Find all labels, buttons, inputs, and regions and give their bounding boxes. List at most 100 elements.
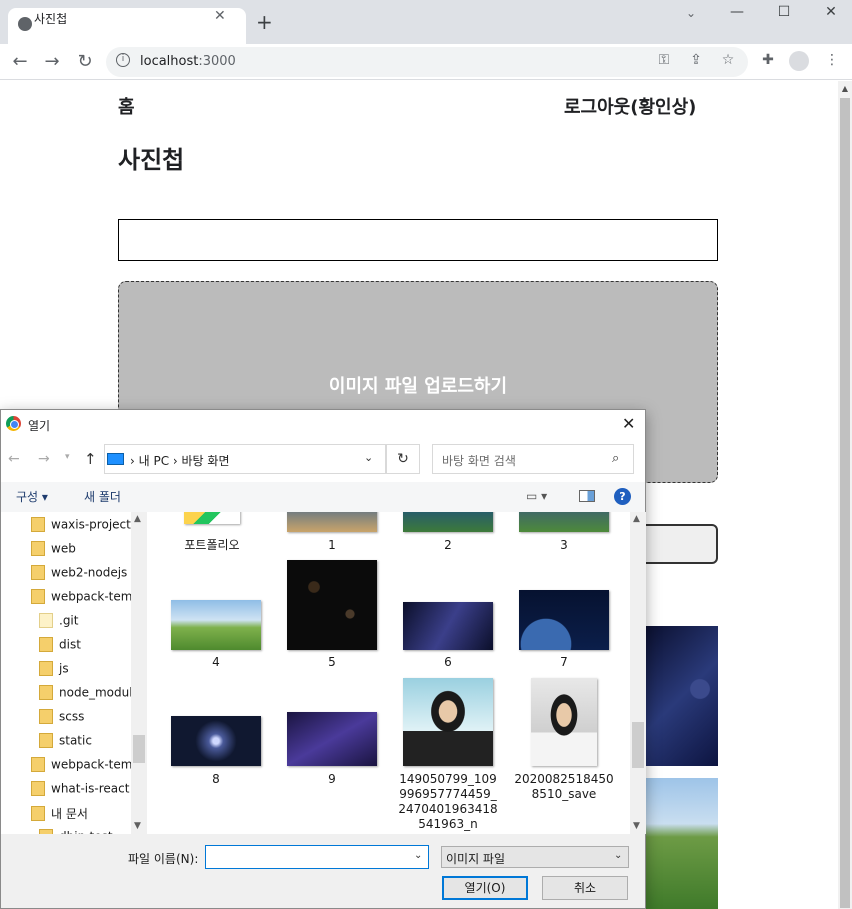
star-icon[interactable]: ☆: [718, 52, 738, 68]
globe-icon: [18, 17, 32, 31]
dialog-up-icon[interactable]: ↑: [84, 450, 97, 468]
file-name[interactable]: 6: [390, 655, 506, 670]
file-name[interactable]: 2: [390, 538, 506, 553]
dialog-title: 열기: [28, 419, 51, 433]
reload-icon[interactable]: ↻: [73, 50, 97, 74]
tree-item-label: webpack-temp: [51, 589, 141, 604]
open-button[interactable]: 열기(O): [442, 876, 528, 900]
forward-arrow-icon[interactable]: →: [40, 50, 64, 74]
scroll-up-icon[interactable]: ▲: [633, 514, 640, 524]
tree-item-label: 내 문서: [51, 807, 88, 821]
file-thumbnail[interactable]: [287, 712, 377, 766]
folder-icon: [39, 637, 53, 652]
tree-item[interactable]: .git: [39, 613, 78, 635]
tree-item[interactable]: scss: [39, 709, 84, 731]
tree-item[interactable]: 내 문서: [31, 805, 88, 827]
nav-home-link[interactable]: 홈: [118, 93, 135, 119]
tree-item[interactable]: what-is-react: [31, 781, 129, 803]
file-name[interactable]: 5: [274, 655, 390, 670]
organize-button[interactable]: 구성 ▾: [16, 488, 48, 505]
file-name[interactable]: 3: [506, 538, 622, 553]
folder-icon: [39, 733, 53, 748]
text-input[interactable]: [118, 219, 718, 261]
file-thumbnail[interactable]: [519, 590, 609, 650]
minimize-icon[interactable]: —: [714, 4, 760, 28]
page-scroll-thumb[interactable]: [840, 98, 850, 908]
new-tab-button[interactable]: +: [256, 12, 273, 32]
share-icon[interactable]: ⇪: [686, 52, 706, 68]
file-thumbnail[interactable]: [171, 716, 261, 766]
file-thumbnail[interactable]: [403, 678, 493, 766]
cancel-button[interactable]: 취소: [542, 876, 628, 900]
file-name[interactable]: 포트폴리오: [154, 538, 270, 553]
gallery-photo[interactable]: [646, 626, 718, 766]
gallery-photo[interactable]: [646, 778, 718, 909]
filetype-value: 이미지 파일: [446, 852, 506, 866]
file-thumbnail[interactable]: [287, 512, 377, 532]
breadcrumb[interactable]: › 내 PC › 바탕 화면: [130, 452, 230, 469]
menu-icon[interactable]: ⋮: [822, 52, 842, 68]
dialog-forward-icon[interactable]: →: [38, 451, 50, 467]
tab-close-icon[interactable]: ✕: [214, 8, 226, 24]
refresh-icon[interactable]: ↻: [386, 444, 420, 474]
file-name[interactable]: 9: [274, 772, 390, 787]
file-name[interactable]: 4: [158, 655, 274, 670]
preview-pane-icon[interactable]: [579, 490, 595, 502]
file-name[interactable]: 1: [274, 538, 390, 553]
scroll-down-icon[interactable]: ▼: [633, 821, 640, 831]
key-icon[interactable]: ⚿: [654, 52, 674, 68]
help-icon[interactable]: ?: [614, 488, 631, 505]
grid-scrollbar[interactable]: [630, 512, 646, 834]
file-name[interactable]: 149050799_109 996957774459_ 247040196341…: [390, 772, 506, 832]
folder-icon: [31, 517, 45, 532]
file-thumbnail[interactable]: [403, 602, 493, 650]
tree-item[interactable]: dist: [39, 637, 81, 659]
profile-icon[interactable]: [789, 51, 809, 71]
window-close-icon[interactable]: ✕: [808, 4, 852, 28]
file-name[interactable]: 7: [506, 655, 622, 670]
file-thumbnail[interactable]: [171, 600, 261, 650]
folder-icon: [31, 541, 45, 556]
info-icon[interactable]: i: [116, 53, 130, 67]
new-folder-button[interactable]: 새 폴더: [84, 488, 121, 505]
tab-title: 사진첩: [34, 12, 68, 26]
file-thumbnail[interactable]: [403, 512, 493, 532]
chevron-down-icon[interactable]: ⌄: [614, 850, 622, 861]
view-options-icon[interactable]: ▭ ▾: [526, 489, 547, 503]
file-thumbnail[interactable]: [531, 678, 597, 766]
tab-search-icon[interactable]: ⌄: [686, 6, 696, 20]
url-text[interactable]: localhost:3000: [140, 54, 236, 69]
file-thumbnail[interactable]: [184, 512, 240, 524]
tree-item-label: what-is-react: [51, 781, 130, 796]
tree-item[interactable]: static: [39, 733, 92, 755]
recent-locations-icon[interactable]: ▾: [65, 452, 70, 462]
chevron-down-icon[interactable]: ⌄: [414, 850, 422, 861]
tree-scrollbar[interactable]: [131, 512, 147, 834]
tree-item[interactable]: web2-nodejs: [31, 565, 127, 587]
grid-scroll-thumb[interactable]: [632, 722, 644, 768]
tree-item[interactable]: webpack-temp: [31, 757, 140, 779]
chevron-down-icon[interactable]: ⌄: [364, 451, 373, 464]
tree-item[interactable]: node_module: [39, 685, 140, 707]
tree-item[interactable]: web: [31, 541, 76, 563]
back-arrow-icon[interactable]: ←: [8, 50, 32, 74]
tree-item[interactable]: waxis-project: [31, 517, 131, 539]
maximize-icon[interactable]: ☐: [761, 4, 807, 28]
file-name[interactable]: 8: [158, 772, 274, 787]
file-thumbnail[interactable]: [519, 512, 609, 532]
scroll-up-icon[interactable]: ▲: [134, 514, 141, 524]
extensions-icon[interactable]: ✚: [758, 52, 778, 68]
filename-input[interactable]: [205, 845, 429, 869]
scroll-up-icon[interactable]: ▲: [838, 81, 852, 97]
dialog-back-icon[interactable]: ←: [8, 451, 20, 467]
nav-logout-link[interactable]: 로그아웃(황인상): [564, 93, 696, 119]
scroll-down-icon[interactable]: ▼: [134, 821, 141, 831]
tree-item[interactable]: webpack-temp: [31, 589, 140, 611]
search-icon[interactable]: ⌕: [612, 451, 619, 466]
tree-item[interactable]: js: [39, 661, 69, 683]
file-thumbnail[interactable]: [287, 560, 377, 650]
tree-scroll-thumb[interactable]: [133, 735, 145, 763]
file-name[interactable]: 2020082518450 8510_save: [506, 772, 622, 802]
dialog-close-icon[interactable]: ✕: [622, 414, 635, 433]
tree-item-label: js: [59, 661, 69, 676]
